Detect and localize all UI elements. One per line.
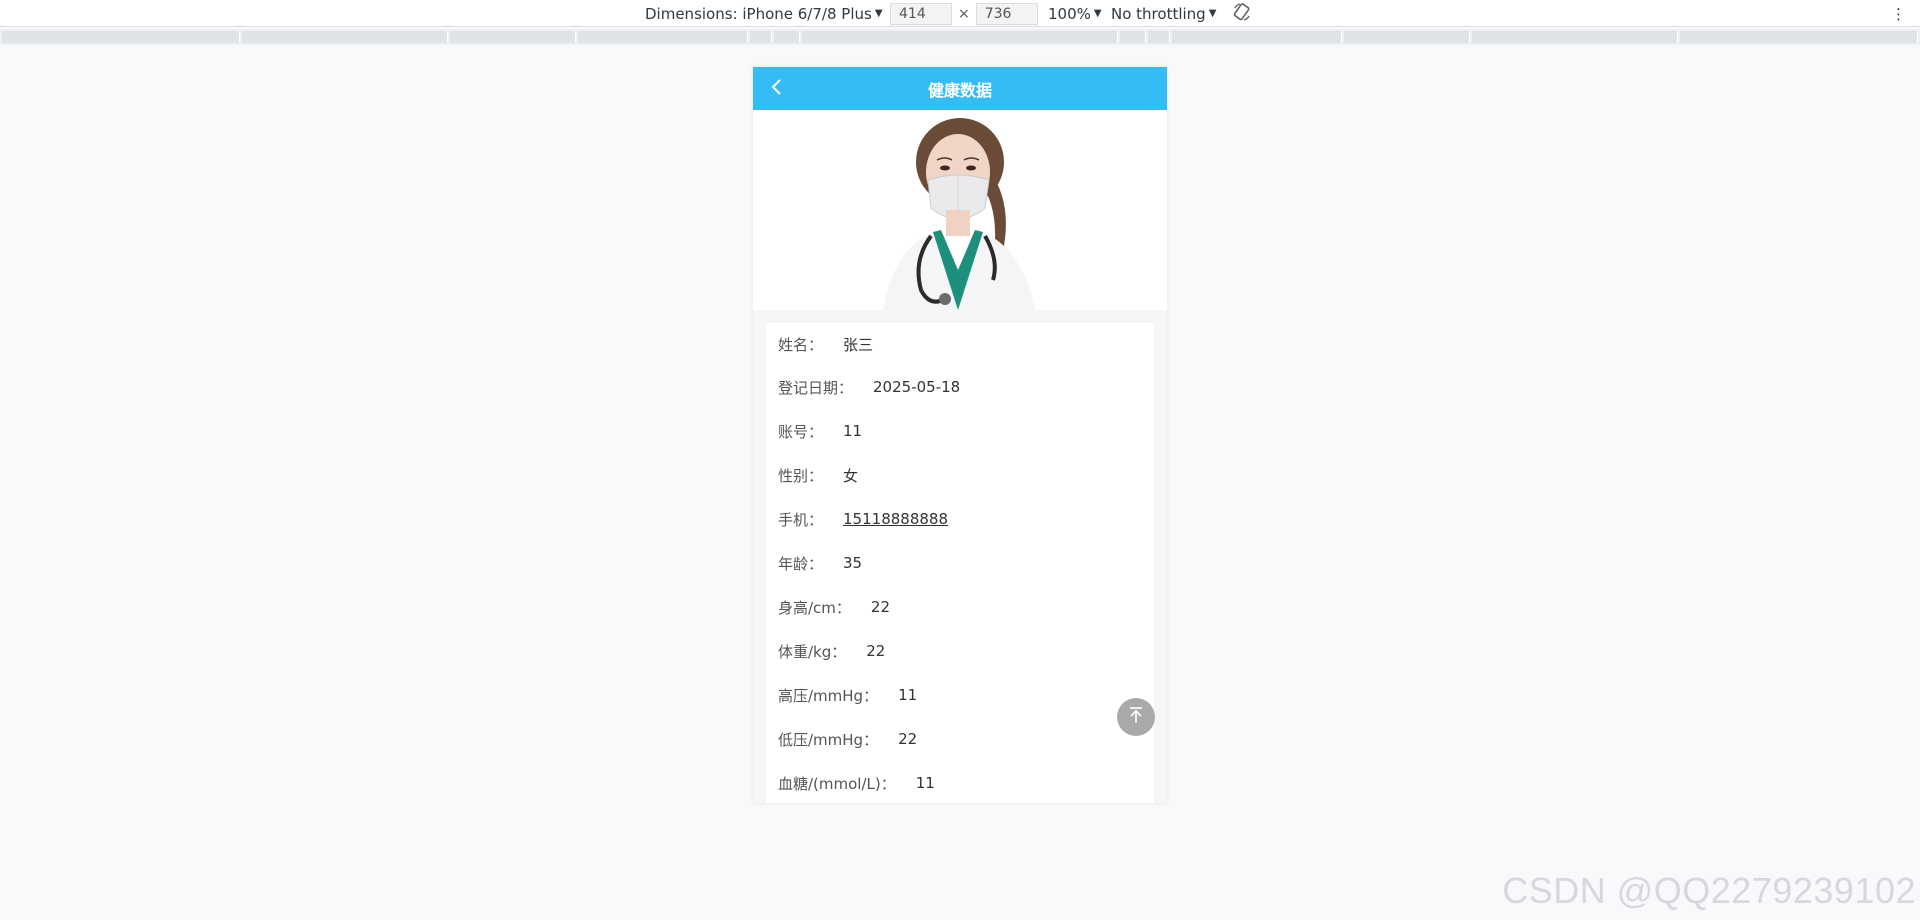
phone-link[interactable]: 15118888888 <box>843 510 948 528</box>
throttling-label: No throttling <box>1111 4 1206 23</box>
ruler-segment[interactable] <box>1148 31 1170 43</box>
ruler-segment[interactable] <box>578 31 748 43</box>
ruler-segment[interactable] <box>802 31 1118 43</box>
phone-label: 手机： <box>778 510 824 529</box>
ruler-segment[interactable] <box>1120 31 1146 43</box>
weight-value: 22 <box>866 642 886 660</box>
info-row-phone: 手机： 15118888888 <box>766 497 1154 541</box>
name-value: 张三 <box>843 335 874 354</box>
info-row-weight: 体重/kg： 22 <box>766 629 1154 673</box>
doctor-image <box>753 110 1167 310</box>
device-selector[interactable]: Dimensions: iPhone 6/7/8 Plus ▼ <box>645 0 883 27</box>
doctor-photo <box>753 110 1167 310</box>
ruler-segment[interactable] <box>1680 31 1918 43</box>
app-header: 健康数据 <box>753 67 1167 110</box>
ruler-segment[interactable] <box>450 31 576 43</box>
register-date-value: 2025-05-18 <box>873 378 961 396</box>
dimensions-group: 414 × 736 <box>890 0 1038 27</box>
info-row-blood-sugar: 血糖/(mmol/L)： 11 <box>766 761 1154 803</box>
info-row-diastolic: 低压/mmHg： 22 <box>766 717 1154 761</box>
gender-value: 女 <box>843 466 859 485</box>
account-label: 账号： <box>778 422 824 441</box>
gender-label: 性别： <box>778 466 824 485</box>
ruler-segment[interactable] <box>1172 31 1342 43</box>
diastolic-label: 低压/mmHg： <box>778 730 879 749</box>
blood-sugar-label: 血糖/(mmol/L)： <box>778 774 896 793</box>
back-button[interactable] <box>763 75 791 103</box>
ruler-segment[interactable] <box>2 31 240 43</box>
height-input[interactable]: 736 <box>975 2 1038 25</box>
info-row-height: 身高/cm： 22 <box>766 585 1154 629</box>
register-date-label: 登记日期： <box>778 378 854 397</box>
rotate-button[interactable] <box>1232 0 1252 27</box>
more-options-button[interactable]: ⋮ <box>1891 0 1906 27</box>
back-to-top-button[interactable] <box>1117 698 1155 736</box>
info-row-account: 账号： 11 <box>766 409 1154 453</box>
rotate-icon <box>1232 2 1252 26</box>
systolic-value: 11 <box>898 686 918 704</box>
systolic-label: 高压/mmHg： <box>778 686 879 705</box>
device-selector-label: Dimensions: iPhone 6/7/8 Plus <box>645 4 872 23</box>
phone-viewport: 健康数据 姓名： 张三 登记日期： 2025-05-18 账号： 11 性别： … <box>753 67 1167 803</box>
throttling-selector[interactable]: No throttling ▼ <box>1111 0 1216 27</box>
width-input[interactable]: 414 <box>890 2 952 25</box>
info-row-age: 年龄： 35 <box>766 541 1154 585</box>
info-row-systolic: 高压/mmHg： 11 <box>766 673 1154 717</box>
account-value: 11 <box>843 422 863 440</box>
zoom-label: 100% <box>1048 4 1091 23</box>
info-row-register-date: 登记日期： 2025-05-18 <box>766 365 1154 409</box>
arrow-up-to-top-icon <box>1126 705 1146 729</box>
height-value: 22 <box>870 598 891 616</box>
caret-down-icon: ▼ <box>874 8 883 19</box>
info-row-name: 姓名： 张三 <box>766 323 1154 365</box>
chevron-left-icon <box>768 78 786 100</box>
ruler-segment[interactable] <box>1344 31 1470 43</box>
name-label: 姓名： <box>778 335 824 354</box>
ruler-segment[interactable] <box>774 31 800 43</box>
diastolic-value: 22 <box>898 730 918 748</box>
blood-sugar-value: 11 <box>915 774 935 792</box>
times-sign: × <box>958 5 970 22</box>
age-label: 年龄： <box>778 554 824 573</box>
media-query-ruler <box>0 29 1920 45</box>
watermark: CSDN @QQ2279239102 <box>1502 870 1916 911</box>
ruler-segment[interactable] <box>1472 31 1678 43</box>
more-vert-icon: ⋮ <box>1891 4 1906 23</box>
ruler-segment[interactable] <box>242 31 448 43</box>
ruler-segment[interactable] <box>750 31 772 43</box>
age-value: 35 <box>843 554 863 572</box>
caret-down-icon: ▼ <box>1093 8 1102 19</box>
caret-down-icon: ▼ <box>1208 8 1217 19</box>
devtools-device-toolbar: Dimensions: iPhone 6/7/8 Plus ▼ 414 × 73… <box>0 0 1920 27</box>
weight-label: 体重/kg： <box>778 642 847 661</box>
info-row-gender: 性别： 女 <box>766 453 1154 497</box>
health-info-card: 姓名： 张三 登记日期： 2025-05-18 账号： 11 性别： 女 手机：… <box>766 323 1154 803</box>
zoom-selector[interactable]: 100% ▼ <box>1048 0 1102 27</box>
height-label: 身高/cm： <box>778 598 851 617</box>
page-title: 健康数据 <box>927 80 992 100</box>
